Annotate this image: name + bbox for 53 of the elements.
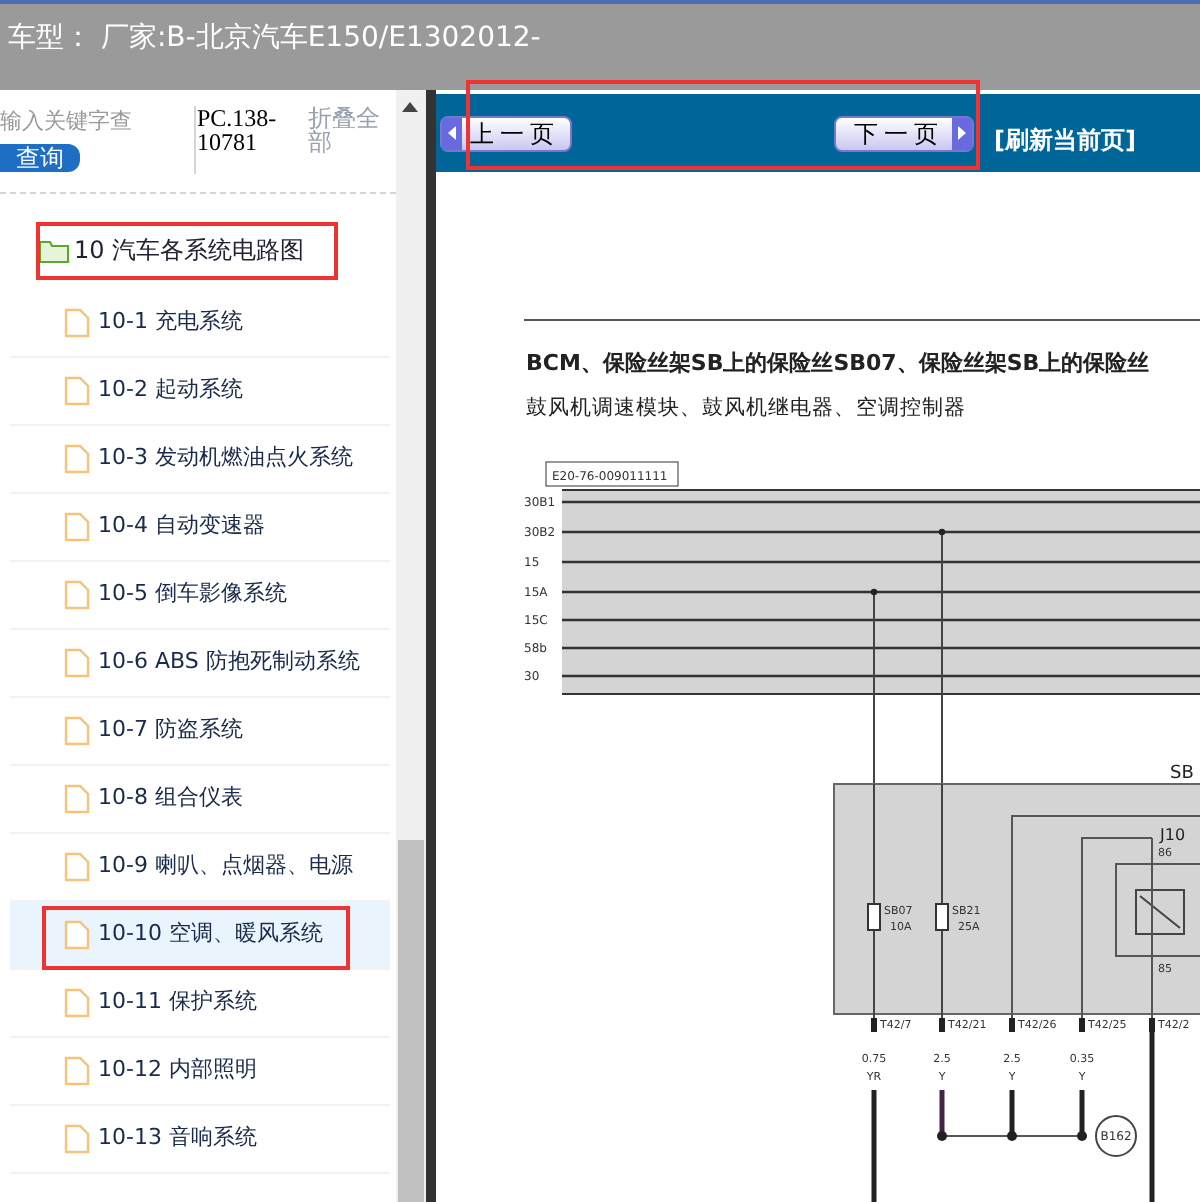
diagram-heading: 鼓风机调速模块、鼓风机继电器、空调控制器 xyxy=(526,396,966,420)
tree-item[interactable]: 10-7 防盗系统 xyxy=(10,698,390,766)
window-title: 车型： 厂家:B-北京汽车E150/E1302012- xyxy=(8,22,541,54)
fuse-icon xyxy=(867,903,881,931)
tree-folder[interactable]: 10 汽车各系统电路图 xyxy=(74,232,305,268)
splice-dot xyxy=(1077,1131,1087,1141)
splice-dot xyxy=(1007,1131,1017,1141)
tree-item[interactable]: 10-11 保护系统 xyxy=(10,970,390,1038)
connector-pin-icon xyxy=(939,1018,945,1032)
document-icon xyxy=(64,852,90,882)
tree-item[interactable]: 10-5 倒车影像系统 xyxy=(10,562,390,630)
tree-item[interactable]: 10-6 ABS 防抱死制动系统 xyxy=(10,630,390,698)
splice-marker xyxy=(1095,1115,1137,1157)
right-arrow-icon xyxy=(958,126,966,140)
wire xyxy=(871,1090,877,1202)
document-icon xyxy=(64,988,90,1018)
fuse-icon xyxy=(935,903,949,931)
tree-item[interactable]: 10-12 内部照明 xyxy=(10,1038,390,1106)
document-icon xyxy=(64,444,90,474)
document-icon xyxy=(64,308,90,338)
relay-label: J10 xyxy=(1160,826,1186,844)
tree-item[interactable]: 10-3 发动机燃油点火系统 xyxy=(10,426,390,494)
document-icon xyxy=(64,1056,90,1086)
tree-item[interactable]: 10-1 充电系统 xyxy=(10,290,390,358)
previous-page-button[interactable]: 上一页 xyxy=(440,115,572,151)
next-page-button[interactable]: 下一页 xyxy=(834,115,974,151)
refresh-link[interactable]: [刷新当前页] xyxy=(994,121,1136,157)
diagram-heading: BCM、保险丝架SB上的保险丝SB07、保险丝架SB上的保险丝 xyxy=(526,350,1150,376)
document-icon xyxy=(64,716,90,746)
document-icon xyxy=(64,920,90,950)
diagram-tag xyxy=(545,461,679,487)
connector-pin-icon xyxy=(1149,1018,1155,1032)
scrollbar[interactable] xyxy=(396,90,426,1202)
box-label: SB xyxy=(1170,764,1194,784)
tree-item[interactable]: 10-13 音响系统 xyxy=(10,1106,390,1174)
document-icon xyxy=(64,580,90,610)
tree-item[interactable]: 10-2 起动系统 xyxy=(10,358,390,426)
document-icon xyxy=(64,648,90,678)
tree-item[interactable]: 10-4 自动变速器 xyxy=(10,494,390,562)
document-icon xyxy=(64,784,90,814)
relay-coil-drawing xyxy=(1135,889,1185,935)
document-code: PC.138-10781 xyxy=(196,106,279,154)
connector-pin-icon xyxy=(871,1018,877,1032)
tree-item[interactable]: 10-8 组合仪表 xyxy=(10,766,390,834)
connector-pin-icon xyxy=(1079,1018,1085,1032)
relay-outline xyxy=(1115,863,1200,957)
splice-dot xyxy=(937,1131,947,1141)
connector-pin-icon xyxy=(1009,1018,1015,1032)
search-button[interactable]: 查询 xyxy=(0,143,80,171)
left-arrow-icon xyxy=(448,126,456,140)
document-icon xyxy=(64,1124,90,1154)
document-icon xyxy=(64,376,90,406)
document-icon xyxy=(64,512,90,542)
